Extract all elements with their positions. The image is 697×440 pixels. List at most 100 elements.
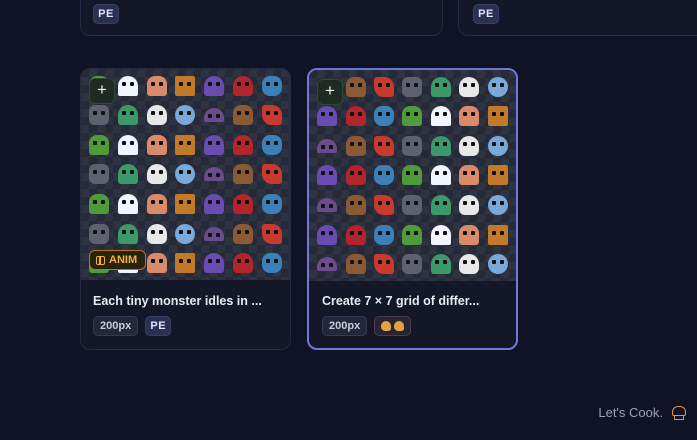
generator-badge	[374, 316, 412, 336]
monster-sprite	[175, 75, 196, 96]
monster-sprite	[402, 195, 423, 216]
monster-sprite	[175, 194, 196, 215]
gallery-card-partial[interactable]: PE	[458, 0, 697, 36]
monster-sprite	[430, 195, 451, 216]
card-body: Create 7 × 7 grid of differ... 200px	[309, 281, 516, 336]
monster-sprite	[374, 76, 395, 97]
gallery-card[interactable]: + ANIM Each tiny monster idles in ... 20…	[80, 68, 291, 350]
monster-sprite	[345, 165, 366, 186]
monster-sprite	[146, 253, 167, 274]
card-tags: 200px PE	[93, 316, 278, 336]
monster-sprite	[345, 195, 366, 216]
monster-sprite	[345, 76, 366, 97]
monster-sprite	[345, 254, 366, 275]
monster-sprite	[374, 224, 395, 245]
footer: Let's Cook.	[598, 405, 686, 420]
monster-sprite	[487, 254, 508, 275]
monster-sprite	[204, 253, 225, 274]
anim-label: ANIM	[109, 254, 138, 266]
monster-sprite	[261, 75, 282, 96]
monster-sprite	[487, 165, 508, 186]
sprite-grid	[85, 71, 286, 278]
gallery-card-partial[interactable]: PE	[80, 0, 443, 36]
monster-sprite	[204, 226, 225, 241]
monster-sprite	[204, 194, 225, 215]
monster-sprite	[487, 135, 508, 156]
monster-sprite	[487, 76, 508, 97]
monster-sprite	[175, 134, 196, 155]
monster-sprite	[374, 106, 395, 127]
card-tags: 200px	[322, 316, 503, 336]
monster-sprite	[118, 134, 139, 155]
monster-sprite	[459, 106, 480, 127]
footer-text: Let's Cook.	[598, 405, 663, 420]
monster-sprite	[459, 224, 480, 245]
monster-sprite	[146, 105, 167, 126]
monster-sprite	[118, 223, 139, 244]
monster-sprite	[374, 254, 395, 275]
monster-sprite	[146, 75, 167, 96]
add-button[interactable]: +	[317, 79, 343, 105]
monster-sprite	[374, 165, 395, 186]
card-title: Create 7 × 7 grid of differ...	[322, 294, 480, 308]
monster-sprite	[402, 254, 423, 275]
monster-sprite	[261, 223, 282, 244]
monster-sprite	[89, 194, 110, 215]
monster-sprite	[317, 138, 338, 153]
monster-sprite	[175, 223, 196, 244]
monster-sprite	[430, 224, 451, 245]
monster-sprite	[487, 195, 508, 216]
monster-sprite	[459, 254, 480, 275]
size-tag: 200px	[322, 316, 368, 336]
monster-sprite	[459, 135, 480, 156]
monster-sprite	[317, 224, 338, 245]
monster-sprite	[345, 135, 366, 156]
monster-sprite	[430, 135, 451, 156]
monster-sprite	[146, 194, 167, 215]
monster-sprite	[118, 105, 139, 126]
monster-sprite	[232, 75, 253, 96]
monster-sprite	[317, 106, 338, 127]
gallery-card-selected[interactable]: + Create 7 × 7 grid of differ... 200px	[307, 68, 518, 350]
monster-sprite	[118, 194, 139, 215]
monster-sprite	[317, 165, 338, 186]
monster-sprite	[430, 106, 451, 127]
monster-sprite	[204, 167, 225, 182]
monster-sprite	[232, 134, 253, 155]
card-body: Each tiny monster idles in ... 200px PE	[81, 280, 290, 336]
hand-icon	[394, 321, 405, 331]
monster-sprite	[402, 224, 423, 245]
monster-sprite	[261, 164, 282, 185]
monster-sprite	[175, 253, 196, 274]
pe-badge: PE	[93, 4, 119, 24]
monster-sprite	[487, 106, 508, 127]
chef-hat-icon	[671, 405, 686, 420]
monster-sprite	[459, 76, 480, 97]
monster-sprite	[175, 164, 196, 185]
add-button[interactable]: +	[89, 78, 115, 104]
monster-sprite	[374, 195, 395, 216]
monster-sprite	[232, 253, 253, 274]
monster-sprite	[317, 257, 338, 272]
monster-sprite	[89, 105, 110, 126]
hand-icon	[381, 321, 392, 331]
size-tag: 200px	[93, 316, 139, 336]
monster-sprite	[204, 75, 225, 96]
monster-sprite	[261, 134, 282, 155]
monster-sprite	[261, 105, 282, 126]
anim-badge: ANIM	[89, 250, 147, 270]
monster-sprite	[118, 75, 139, 96]
monster-sprite	[261, 194, 282, 215]
pe-badge: PE	[473, 4, 499, 24]
monster-sprite	[204, 134, 225, 155]
sprite-grid	[313, 72, 512, 279]
monster-sprite	[430, 76, 451, 97]
monster-sprite	[89, 164, 110, 185]
monster-sprite	[232, 164, 253, 185]
monster-sprite	[345, 106, 366, 127]
monster-sprite	[402, 76, 423, 97]
sprite-sheet-thumbnail: +	[309, 70, 516, 281]
monster-sprite	[402, 106, 423, 127]
monster-sprite	[232, 105, 253, 126]
film-icon	[96, 255, 105, 265]
